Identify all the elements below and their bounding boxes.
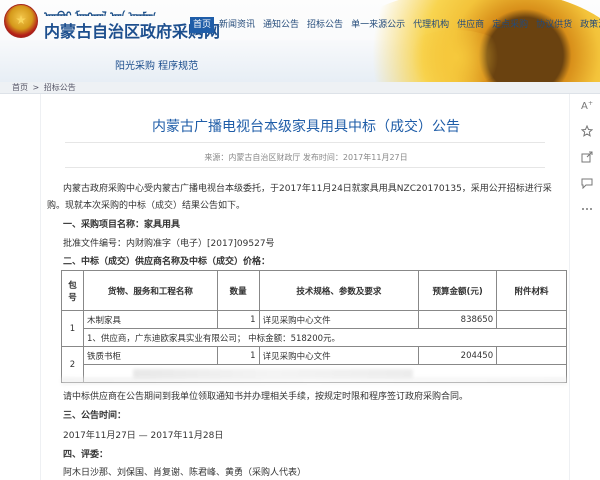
article-title: 内蒙古广播电视台本级家具用具中标（成交）公告 — [152, 119, 460, 135]
budget-cell: 204450 — [418, 346, 498, 365]
nav-item-agreement[interactable]: 协议供货 — [533, 17, 575, 33]
spec-cell: 详见采购中心文件 — [258, 310, 420, 329]
nav-item-designated[interactable]: 定点采购 — [489, 17, 531, 33]
nav-item-home[interactable]: 首页 — [190, 17, 215, 33]
award-table: 包号 货物、服务和工程名称 数量 技术规格、参数及要求 预算金额(元) 附件材料… — [61, 270, 568, 383]
nav-item-suppliers[interactable]: 供应商 — [454, 17, 487, 33]
reviewers-list: 阿木日沙那、刘保国、肖复谢、陈君峰、黄勇（采购人代表） — [63, 468, 307, 478]
supplier-cell: 1、供应商，广东迪欧家具实业有限公司； 中标金额：518200元。 — [82, 328, 568, 347]
header-quantity: 数量 — [216, 270, 260, 311]
breadcrumb: 首页 > 招标公告 — [0, 82, 600, 94]
chat-icon[interactable] — [578, 174, 596, 192]
breadcrumb-current[interactable]: 招标公告 — [44, 83, 76, 92]
share-icon[interactable] — [578, 148, 596, 166]
nav-item-policies[interactable]: 政策法规 — [577, 17, 600, 33]
nav-item-notices[interactable]: 通知公告 — [260, 17, 302, 33]
section-2-heading: 二、中标（成交）供应商名称及中标（成交）价格： — [63, 257, 271, 267]
attachments-cell — [496, 310, 567, 329]
spec-cell: 详见采购中心文件 — [258, 346, 420, 365]
national-emblem-icon — [4, 4, 38, 38]
header-budget: 预算金额(元) — [418, 270, 498, 311]
intro-line-2: 购。现就本次采购的中标（成交）结果公告如下。 — [47, 201, 246, 211]
sunflower-highlight — [400, 30, 510, 82]
nav-item-single-source[interactable]: 单一来源公示 — [348, 17, 408, 33]
nav-item-tenders[interactable]: 招标公告 — [304, 17, 346, 33]
attachments-cell — [496, 346, 567, 365]
font-size-icon[interactable]: A + — [578, 96, 596, 114]
breadcrumb-home[interactable]: 首页 — [12, 83, 28, 92]
section-1-heading: 一、采购项目名称：家具用具 — [63, 220, 181, 230]
title-divider — [65, 142, 545, 143]
obscured-text — [61, 377, 567, 385]
section-4-heading: 四、评委： — [63, 450, 109, 460]
contract-notice: 请中标供应商在公告期间到我单位领取通知书并办理相关手续，按规定时限和程序签订政府… — [63, 392, 469, 402]
floating-toolbar: A + — [576, 96, 598, 226]
quantity-cell: 1 — [216, 310, 260, 329]
budget-cell: 838650 — [418, 310, 498, 329]
table-row: 2 铁质书柜 1 详见采购中心文件 204450 — [61, 346, 567, 383]
header-item-name: 货物、服务和工程名称 — [82, 270, 218, 311]
section-3-heading: 三、公告时间： — [63, 411, 127, 421]
svg-text:A: A — [581, 101, 588, 111]
table-header-row: 包号 货物、服务和工程名称 数量 技术规格、参数及要求 预算金额(元) 附件材料 — [61, 270, 567, 311]
mongolian-site-title: ᠥᠪᠦᠷ ᠮᠣᠩᠭᠣᠯ ᠤᠨ ᠠᠶᠢᠮᠠᠭ — [44, 4, 184, 16]
more-icon[interactable] — [578, 200, 596, 218]
nav-item-news[interactable]: 新闻资讯 — [216, 17, 258, 33]
main-nav: 首页 新闻资讯 通知公告 招标公告 单一来源公示 代理机构 供应商 定点采购 协… — [190, 17, 600, 33]
header-attachments: 附件材料 — [496, 270, 567, 311]
article-container: 内蒙古广播电视台本级家具用具中标（成交）公告 来源：内蒙古自治区财政厅 发布时间… — [40, 94, 570, 480]
header-package-no: 包号 — [61, 270, 84, 311]
article-meta: 来源：内蒙古自治区财政厅 发布时间：2017年11月27日 — [204, 153, 408, 162]
breadcrumb-separator: > — [32, 83, 40, 92]
item-name-cell: 木制家具 — [82, 310, 218, 329]
svg-text:+: + — [588, 100, 593, 107]
table-row: 1 木制家具 1 详见采购中心文件 838650 — [61, 310, 567, 347]
logo-area[interactable]: ᠥᠪᠦᠷ ᠮᠣᠩᠭᠣᠯ ᠤᠨ ᠠᠶᠢᠮᠠᠭ 内蒙古自治区政府采购网 — [0, 0, 220, 44]
table-row: 1、供应商，广东迪欧家具实业有限公司； 中标金额：518200元。 — [62, 328, 568, 347]
nav-item-agencies[interactable]: 代理机构 — [410, 17, 452, 33]
site-header: ᠥᠪᠦᠷ ᠮᠣᠩᠭᠣᠯ ᠤᠨ ᠠᠶᠢᠮᠠᠭ 内蒙古自治区政府采购网 首页 新闻资… — [0, 0, 600, 82]
approval-number: 批准文件编号：内财购准字（电子）[2017]09527号 — [63, 239, 275, 249]
star-icon[interactable] — [578, 122, 596, 140]
meta-divider — [65, 167, 545, 168]
banner-slogan: 阳光采购 程序规范 — [115, 61, 199, 72]
quantity-cell: 1 — [216, 346, 260, 365]
package-no-cell: 1 — [61, 310, 84, 347]
header-spec: 技术规格、参数及要求 — [258, 270, 420, 311]
intro-line-1: 内蒙古政府采购中心受内蒙古广播电视台本级委托，于2017年11月24日就家具用具… — [63, 184, 552, 194]
announcement-period: 2017年11月27日 — 2017年11月28日 — [63, 431, 224, 441]
item-name-cell: 铁质书柜 — [82, 346, 218, 365]
